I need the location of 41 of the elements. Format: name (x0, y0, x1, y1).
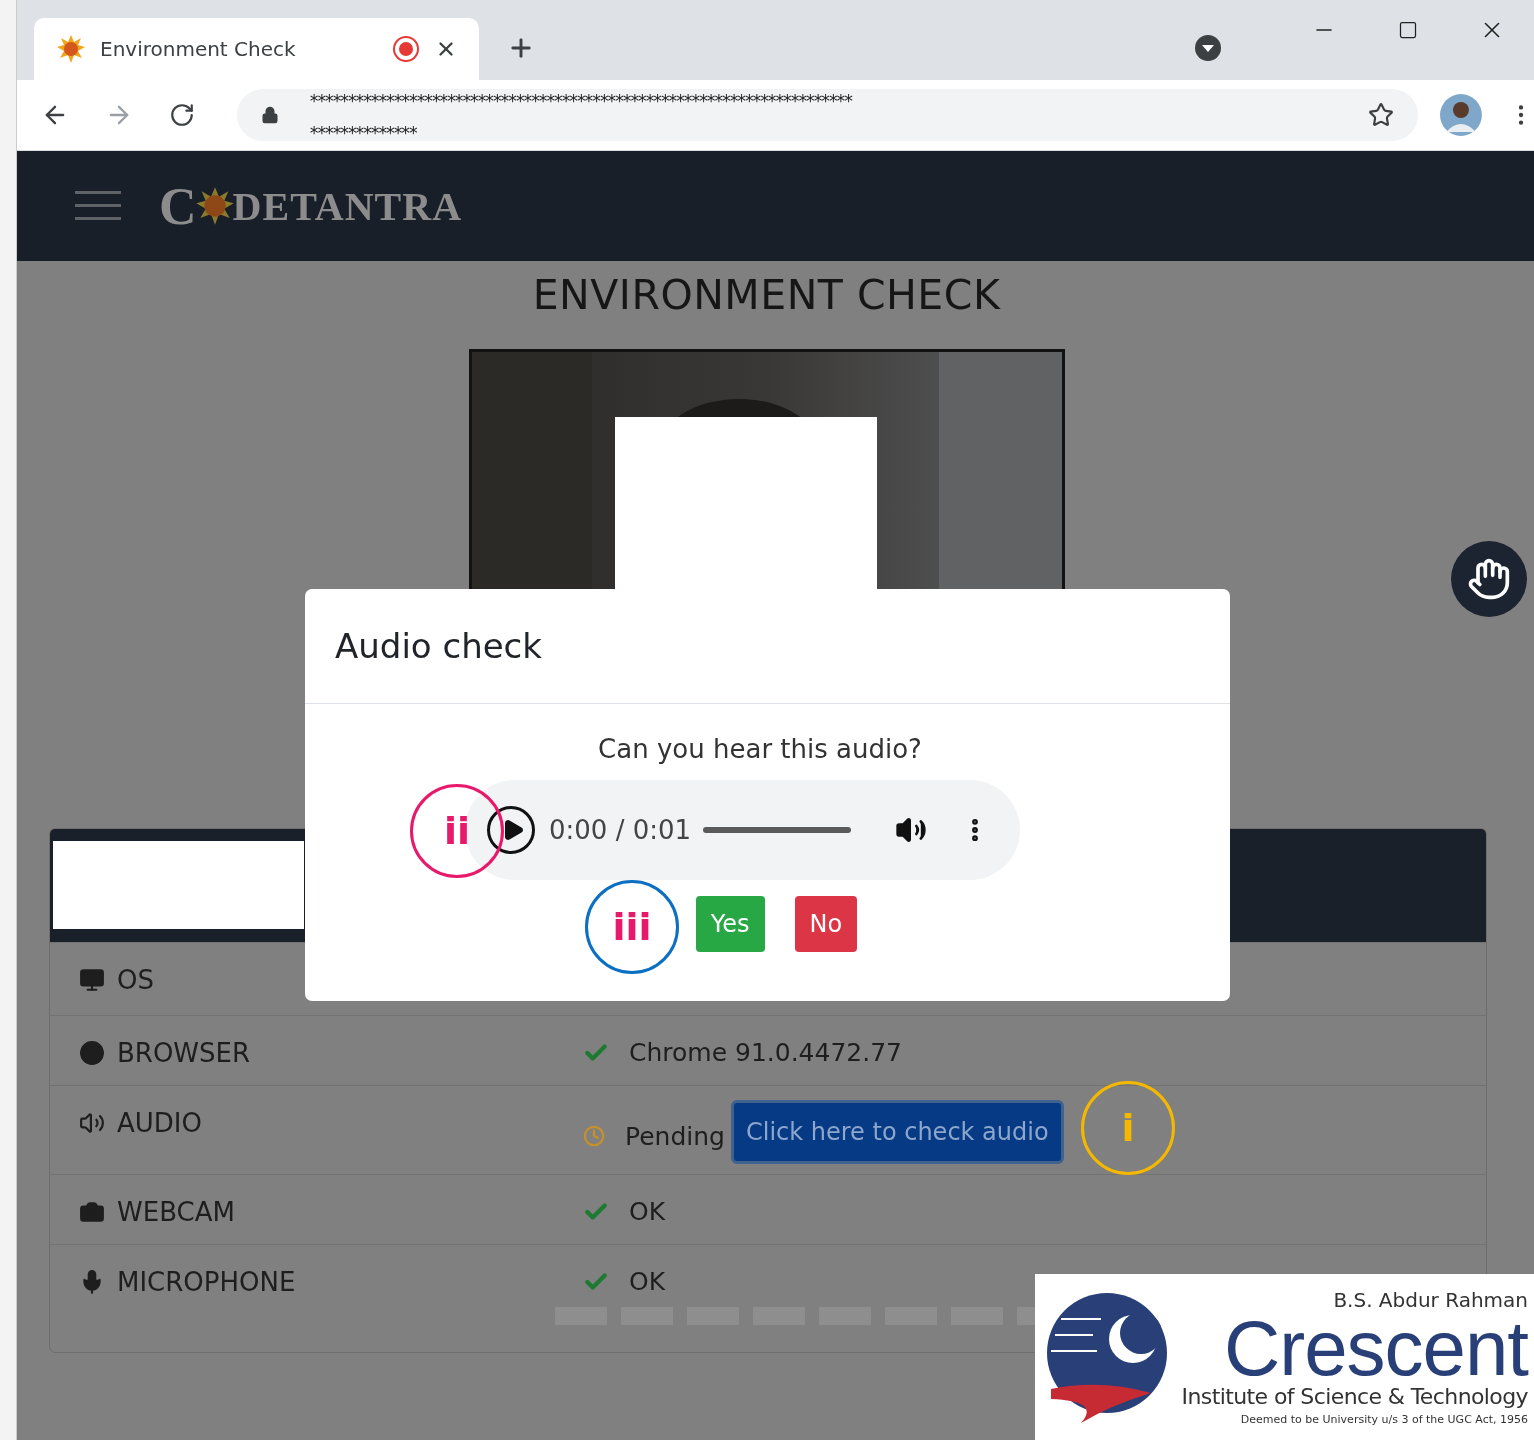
browser-tab[interactable]: Environment Check (34, 18, 479, 80)
annotation-label: i (1121, 1106, 1135, 1150)
page-title: ENVIRONMENT CHECK (532, 271, 1001, 319)
dialog-question: Can you hear this audio? (598, 734, 922, 764)
audio-progress-track[interactable] (703, 827, 851, 833)
check-label: BROWSER (117, 1038, 251, 1068)
tab-title: Environment Check (100, 37, 297, 61)
sun-icon (56, 34, 86, 64)
check-value: OK (629, 1197, 666, 1226)
check-label: OS (117, 965, 154, 995)
check-audio-button[interactable]: Click here to check audio (730, 1100, 1064, 1164)
reload-icon[interactable] (169, 102, 195, 128)
yes-button[interactable]: Yes (695, 896, 765, 952)
check-label: AUDIO (117, 1108, 202, 1138)
address-text: *********************************************************************** (309, 90, 853, 113)
row-icon (79, 1110, 105, 1136)
lock-icon (261, 106, 279, 124)
address-bar[interactable]: *********************************************************************** ************** (237, 89, 1419, 141)
dropdown-icon[interactable] (1194, 34, 1222, 62)
audio-time: 0:00 / 0:01 (549, 815, 689, 845)
check-value: Chrome 91.0.4472.77 (629, 1038, 902, 1067)
no-button[interactable]: No (794, 896, 858, 952)
row-icon (79, 1199, 105, 1225)
star-icon[interactable] (1368, 102, 1395, 128)
logo-text: Deemed to be University u/s 3 of the UGC Act, 1956 (1240, 1413, 1528, 1426)
avatar-icon[interactable] (1440, 94, 1482, 136)
site-logo[interactable]: C DETANTRA (159, 176, 463, 236)
logo-text: Institute of Science & Technology (1181, 1384, 1528, 1409)
clock-icon (583, 1125, 605, 1147)
check-label: WEBCAM (117, 1197, 235, 1227)
check-label: MICROPHONE (117, 1267, 296, 1297)
play-button[interactable] (487, 806, 535, 854)
hand-icon (1467, 557, 1511, 601)
row-icon (79, 1040, 105, 1066)
annotation-label: iii (612, 905, 652, 949)
check-value: Pending (625, 1121, 725, 1151)
row-icon (79, 967, 105, 993)
check-value: OK (629, 1267, 666, 1296)
logo-text: Crescent (1223, 1312, 1528, 1384)
dialog-title: Audio check (335, 626, 542, 666)
logo-text: B.S. Abdur Rahman (1333, 1288, 1528, 1312)
